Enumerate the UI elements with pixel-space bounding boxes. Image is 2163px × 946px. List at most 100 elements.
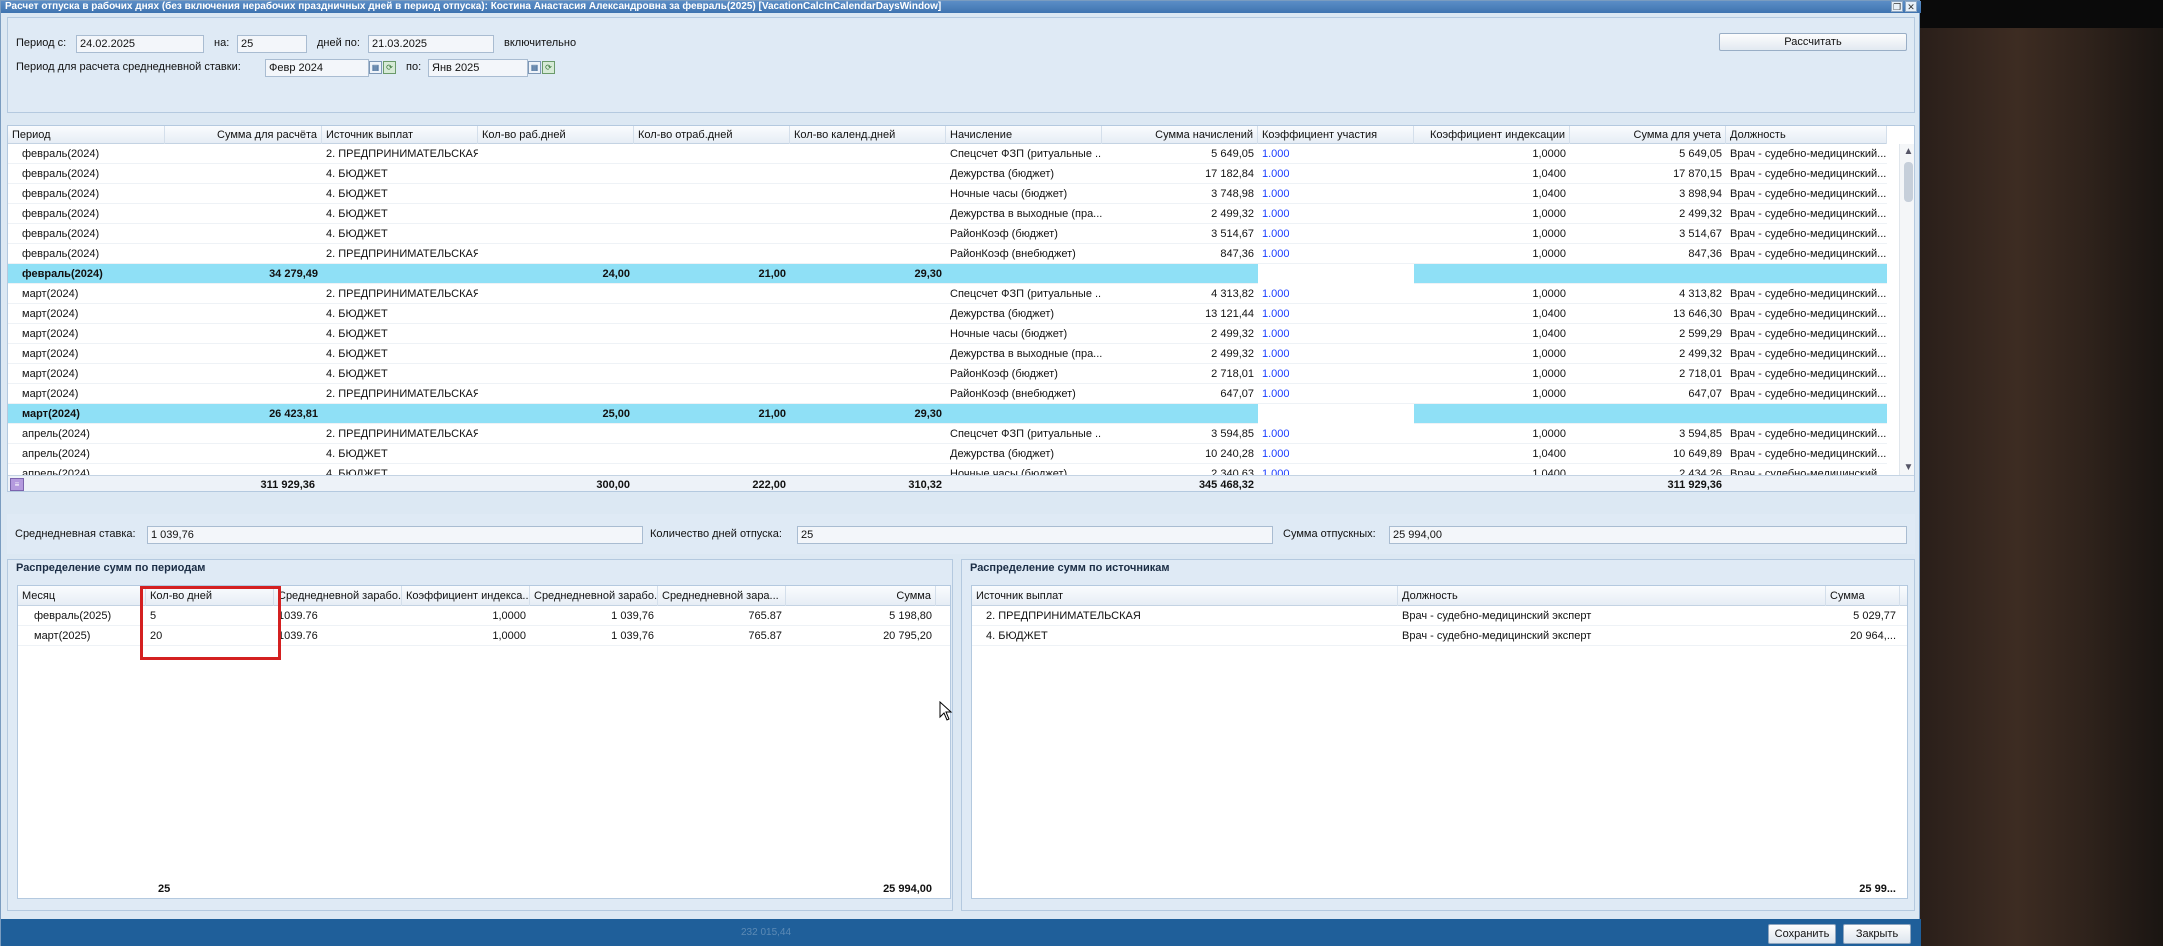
footer-work-days: 300,00 [596,479,630,491]
col-header-participation-coef[interactable]: Коэффициент участия [1258,126,1414,144]
cell-work-days [478,304,634,324]
refresh-icon[interactable]: ⟳ [383,61,396,74]
expand-icon[interactable]: ≡ [10,478,24,491]
cell-participation-coef: 1.000 [1262,188,1290,200]
table-row[interactable]: 2. ПРЕДПРИНИМАТЕЛЬСКАЯ Врач - судебно-мед… [972,606,1907,626]
vacation-sum-field[interactable]: 25 994,00 [1389,526,1907,544]
scroll-down-icon[interactable]: ▼ [1903,462,1914,473]
table-row[interactable]: 4. БЮДЖЕТ Врач - судебно-медицинский эксп… [972,626,1907,646]
col-header-sum-account[interactable]: Сумма для учета [1570,126,1726,144]
table-row[interactable]: март(2024) 4. БЮДЖЕТ Дежурства в выходные … [8,344,1887,364]
col-header-index-coef[interactable]: Коэффициент индексации [1414,126,1570,144]
avg-from-field[interactable]: Февр 2024 [265,59,369,77]
vacation-days-field[interactable]: 25 [797,526,1273,544]
cell-avg-earnings-indexed: 1 039,76 [611,610,654,622]
table-row[interactable]: февраль(2024) 2. ПРЕДПРИНИМАТЕЛЬСКАЯ Спецс… [8,144,1887,164]
cell-accrual-sum: 3 594,85 [1211,428,1254,440]
avg-to-field[interactable]: Янв 2025 [428,59,528,77]
cell-accrual: Дежурства (бюджет) [950,308,1055,320]
table-total-row[interactable]: март(2024) 26 423,81 25,00 21,00 29,30 [8,404,1887,424]
col-header-source[interactable]: Источник выплат [972,586,1398,606]
cell-work-days [478,184,634,204]
col-header-month[interactable]: Месяц [18,586,146,606]
col-header-worked-days[interactable]: Кол-во отраб.дней [634,126,790,144]
cell-worked-days [634,164,790,184]
cell-position: Врач - судебно-медицинский эксперт [1402,610,1592,622]
refresh-icon[interactable]: ⟳ [542,61,555,74]
scroll-thumb[interactable] [1904,162,1913,202]
cell-sum-calc [165,284,322,304]
table-row[interactable]: апрель(2024) 2. ПРЕДПРИНИМАТЕЛЬСКАЯ Спецсч… [8,424,1887,444]
cell-calendar-days [790,424,946,444]
table-total-row[interactable]: февраль(2024) 34 279,49 24,00 21,00 29,30 [8,264,1887,284]
cell-index-coef: 1,0000 [1532,288,1566,300]
cell-work-days [478,324,634,344]
col-header-index-coef[interactable]: Коэффициент индекса... [402,586,530,606]
col-header-period[interactable]: Период [8,126,165,144]
cell-calendar-days [790,384,946,404]
table-row[interactable]: март(2024) 2. ПРЕДПРИНИМАТЕЛЬСКАЯ РайонКоэ… [8,384,1887,404]
cell-source: 4. БЮДЖЕТ [986,630,1048,642]
calendar-icon[interactable]: ▦ [528,61,541,74]
period-from-field[interactable]: 24.02.2025 [76,35,204,53]
cell-accrual: Ночные часы (бюджет) [950,188,1068,200]
cell-calendar-days [790,224,946,244]
cell-sum-calc [165,204,322,224]
cell-accrual-sum: 847,36 [1220,248,1254,260]
cell-index-coef: 1,0400 [1532,328,1566,340]
cell-sum-calc: 34 279,49 [269,268,318,280]
table-row[interactable]: февраль(2024) 2. ПРЕДПРИНИМАТЕЛЬСКАЯ Район… [8,244,1887,264]
cell-index-coef: 1,0000 [1532,228,1566,240]
table-row[interactable]: февраль(2024) 4. БЮДЖЕТ Ночные часы (бюдже… [8,184,1887,204]
cell-sum-calc [165,244,322,264]
restore-icon[interactable]: ❐ [1891,1,1903,12]
cell-index-coef: 1,0000 [1532,248,1566,260]
col-header-position[interactable]: Должность [1398,586,1826,606]
col-header-accrual-sum[interactable]: Сумма начислений [1102,126,1258,144]
grid-scrollbar[interactable]: ▲ ▼ [1899,144,1914,475]
cell-source: 4. БЮДЖЕТ [326,448,388,460]
avg-rate-field[interactable]: 1 039,76 [147,526,643,544]
col-header-sum[interactable]: Сумма [1826,586,1900,606]
col-header-avg-earnings-indexed[interactable]: Среднедневной зарабо... [530,586,658,606]
table-row[interactable]: февраль(2024) 4. БЮДЖЕТ РайонКоэф (бюджет)… [8,224,1887,244]
cell-work-days [478,204,634,224]
close-icon[interactable]: ✕ [1905,1,1917,12]
col-header-source[interactable]: Источник выплат [322,126,478,144]
cell-accrual-sum: 13 121,44 [1205,308,1254,320]
table-row[interactable]: март(2024) 4. БЮДЖЕТ РайонКоэф (бюджет) 2 7… [8,364,1887,384]
table-row[interactable]: март(2024) 4. БЮДЖЕТ Дежурства (бюджет) 13 … [8,304,1887,324]
table-row[interactable]: март(2024) 4. БЮДЖЕТ Ночные часы (бюджет) 2… [8,324,1887,344]
footer-sum-calc: 311 929,36 [260,479,315,491]
table-row[interactable]: февраль(2024) 4. БЮДЖЕТ Дежурства в выходн… [8,204,1887,224]
col-header-position[interactable]: Должность [1726,126,1887,144]
col-header-calendar-days[interactable]: Кол-во календ.дней [790,126,946,144]
cell-participation-coef: 1.000 [1262,208,1290,220]
window-title: Расчет отпуска в рабочих днях (без включ… [1,1,1921,13]
table-row[interactable]: апрель(2024) 4. БЮДЖЕТ Дежурства (бюджет) 1… [8,444,1887,464]
scroll-up-icon[interactable]: ▲ [1903,146,1914,157]
cell-position: Врач - судебно-медицинский... [1730,208,1887,220]
col-header-sum[interactable]: Сумма [786,586,936,606]
by-source-panel: Распределение сумм по источникам Источни… [961,559,1915,911]
col-header-avg-earnings-2[interactable]: Среднедневной зара... [658,586,786,606]
cell-index-coef [1414,404,1570,424]
table-row[interactable]: февраль(2024) 4. БЮДЖЕТ Дежурства (бюджет)… [8,164,1887,184]
col-header-accrual[interactable]: Начисление [946,126,1102,144]
table-row[interactable]: март(2024) 2. ПРЕДПРИНИМАТЕЛЬСКАЯ Спецсчет… [8,284,1887,304]
close-button[interactable]: Закрыть [1843,924,1911,944]
calculate-button[interactable]: Рассчитать [1719,33,1907,51]
cell-accrual: Дежурства (бюджет) [950,448,1055,460]
cell-calendar-days [790,444,946,464]
cell-worked-days [634,384,790,404]
col-header-work-days[interactable]: Кол-во раб.дней [478,126,634,144]
save-button[interactable]: Сохранить [1768,924,1836,944]
col-header-sum-calc[interactable]: Сумма для расчёта [165,126,322,144]
cell-index-coef: 1,0000 [1532,428,1566,440]
period-to-field[interactable]: 21.03.2025 [368,35,494,53]
cell-work-days [478,244,634,264]
by-source-header: Источник выплат Должность Сумма [972,586,1907,606]
days-field[interactable]: 25 [237,35,307,53]
col-header-avg-earnings[interactable]: Среднедневной зарабо... [274,586,402,606]
calendar-icon[interactable]: ▦ [369,61,382,74]
